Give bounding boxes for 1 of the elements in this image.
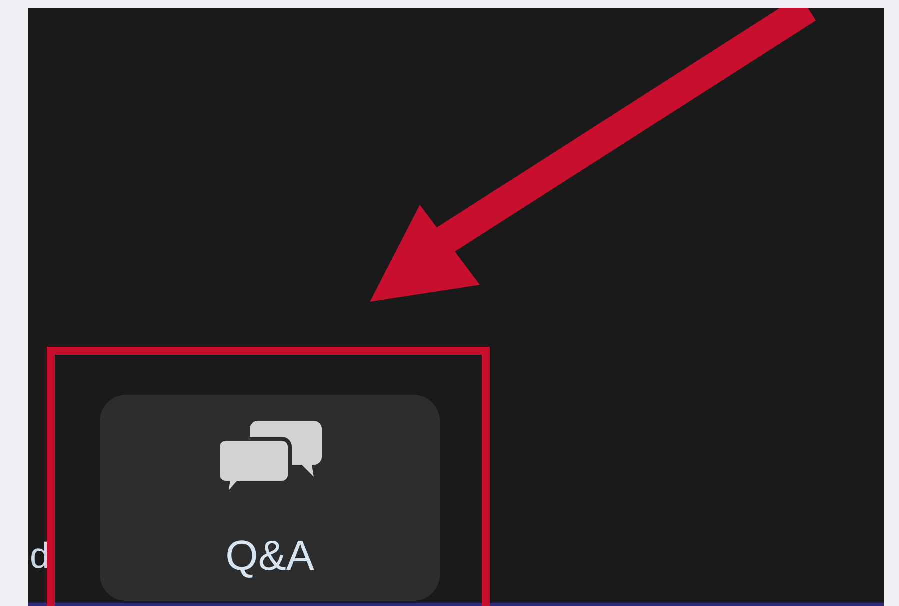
qa-button[interactable]: Q&A	[100, 395, 440, 601]
